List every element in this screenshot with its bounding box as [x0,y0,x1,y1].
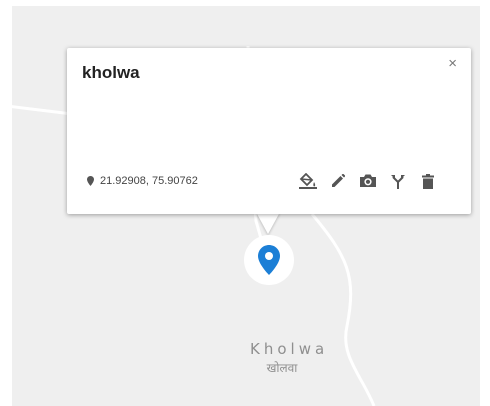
close-icon[interactable]: × [448,56,457,72]
coordinates-text: 21.92908, 75.90762 [100,175,198,187]
style-button[interactable] [293,170,323,192]
location-pin-small-icon [87,176,94,186]
popup-tail [256,212,280,234]
directions-button[interactable] [383,170,413,192]
coordinates: 21.92908, 75.90762 [87,175,198,187]
map-pin-icon [258,245,280,275]
directions-icon [391,174,405,189]
place-label: Kholwa [250,340,329,358]
popup-actions [293,170,443,192]
delete-trash-icon [422,173,434,189]
style-paint-bucket-icon [299,173,317,189]
popup-title[interactable]: kholwa [82,63,140,83]
info-popup: kholwa × 21.92908, 75.90762 [67,48,471,214]
edit-pencil-icon [332,174,345,187]
map-marker[interactable] [244,235,294,285]
edit-button[interactable] [323,170,353,192]
place-label-local: खोलवा [266,361,298,375]
delete-button[interactable] [413,170,443,192]
add-photo-button[interactable] [353,170,383,192]
add-photo-camera-icon [360,174,376,187]
